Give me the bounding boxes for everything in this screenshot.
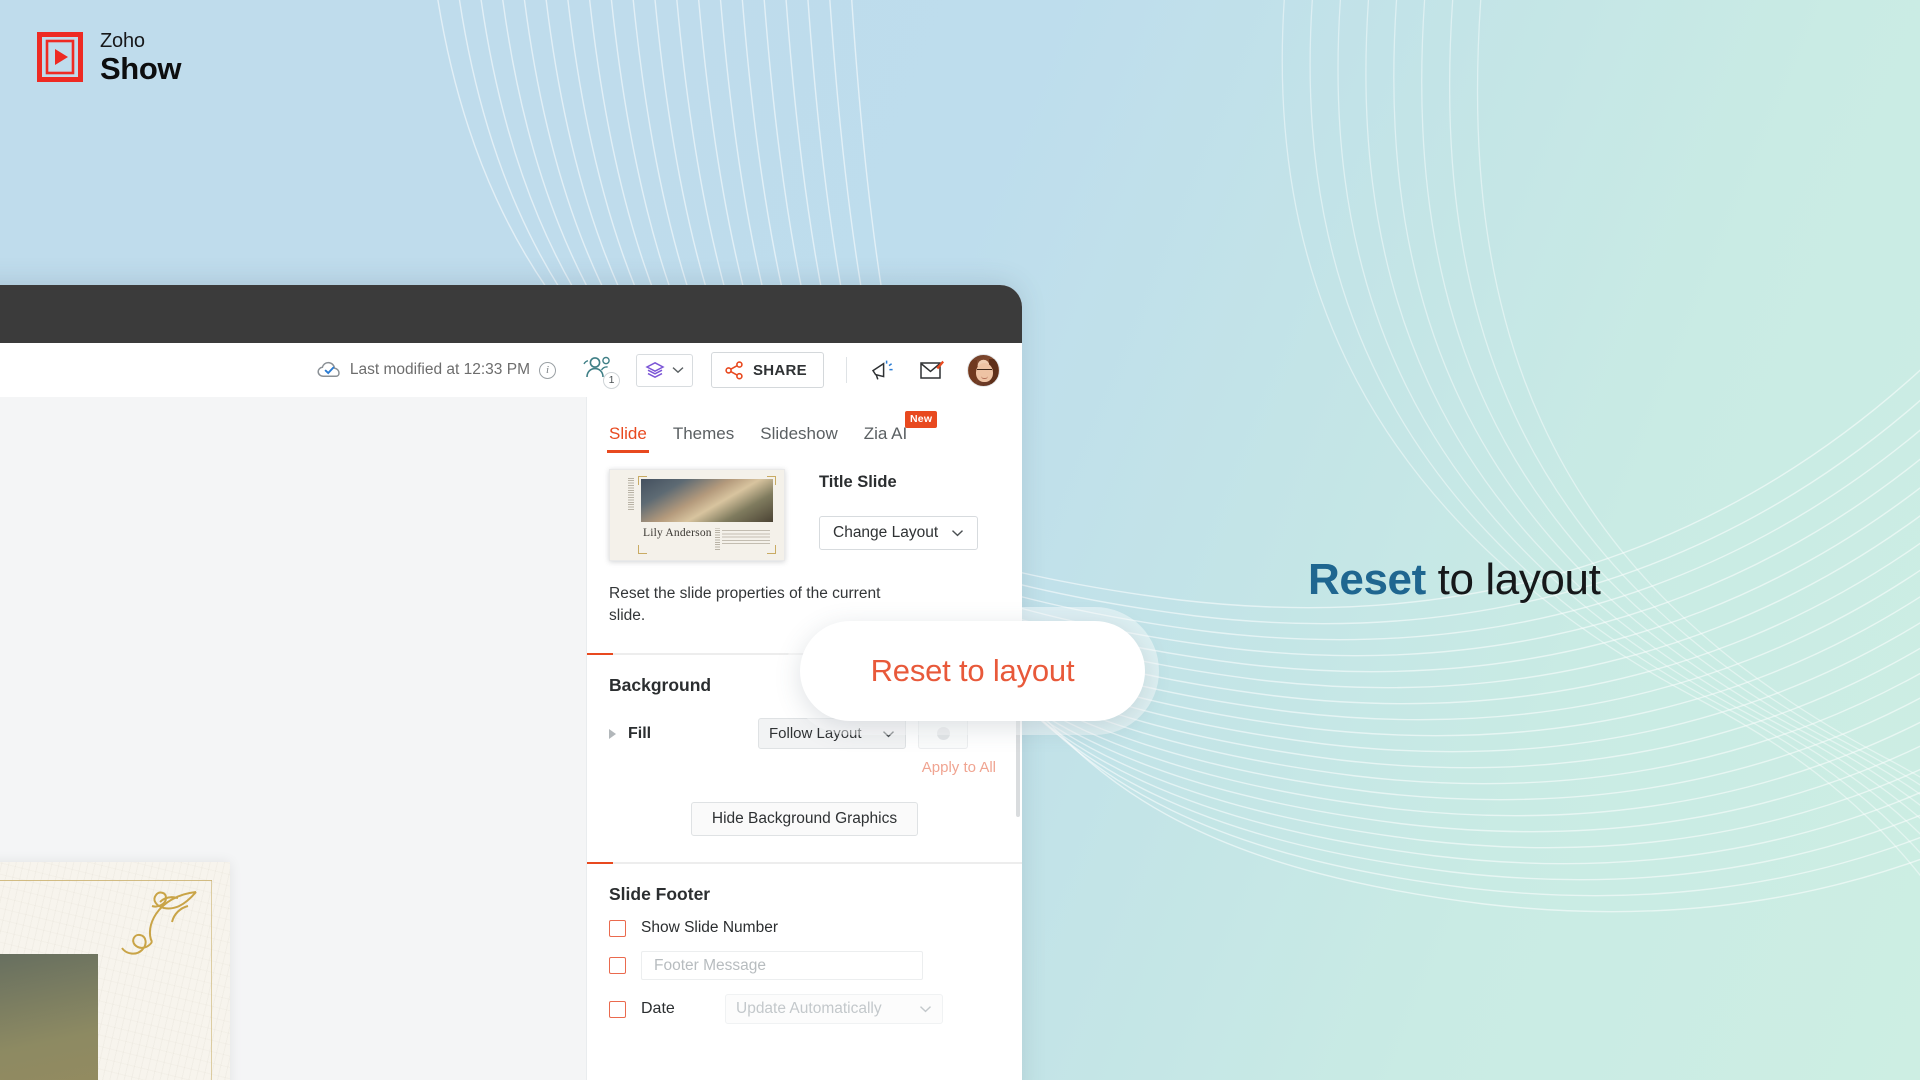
logo-word-show: Show bbox=[100, 50, 182, 86]
subtab-zia-ai[interactable]: Zia AI New bbox=[863, 411, 938, 453]
date-label: Date bbox=[641, 1000, 675, 1017]
collaborators-button[interactable]: 1 bbox=[582, 355, 620, 389]
subtab-themes[interactable]: Themes bbox=[673, 424, 734, 453]
share-button[interactable]: SHARE bbox=[710, 352, 824, 388]
subtab-slideshow[interactable]: Slideshow bbox=[760, 424, 838, 453]
slide[interactable] bbox=[0, 862, 230, 1080]
slide-canvas-area[interactable] bbox=[0, 397, 586, 1080]
slide-photo[interactable] bbox=[0, 954, 98, 1080]
format-panel: Slide Themes Slideshow Zia AI New Lily A… bbox=[586, 397, 1022, 1080]
thumbnail-title-text: Lily Anderson bbox=[643, 527, 712, 539]
subtab-zia-ai-label: Zia AI bbox=[863, 424, 908, 443]
reset-to-layout-callout: Reset to layout bbox=[800, 621, 1145, 721]
feedback-button[interactable] bbox=[917, 356, 947, 384]
layers-dropdown-button[interactable] bbox=[635, 353, 693, 387]
layers-icon bbox=[645, 361, 665, 378]
show-slide-number-label: Show Slide Number bbox=[641, 919, 778, 936]
fill-label: Fill bbox=[628, 724, 652, 742]
avatar[interactable] bbox=[967, 353, 1000, 387]
chevron-down-icon bbox=[952, 530, 964, 537]
triangle-right-icon[interactable] bbox=[609, 728, 616, 739]
layout-name: Title Slide bbox=[819, 473, 897, 491]
page-title: Reset to layout bbox=[1308, 555, 1601, 605]
cloud-check-icon bbox=[317, 361, 341, 379]
date-row: Date Update Automatically bbox=[587, 980, 1022, 1024]
footer-message-row: Footer Message bbox=[587, 937, 1022, 980]
gold-flourish-ornament bbox=[121, 891, 197, 955]
hide-background-graphics-button[interactable]: Hide Background Graphics bbox=[690, 802, 919, 836]
promo-banner: Zoho Show Reset to layout Last modified … bbox=[0, 0, 1920, 1080]
zoho-show-logo: Zoho Show bbox=[34, 30, 181, 84]
last-modified-text: Last modified at 12:33 PM bbox=[349, 361, 530, 378]
play-in-frame-icon bbox=[37, 32, 83, 82]
show-slide-number-row: Show Slide Number bbox=[587, 905, 1022, 937]
change-layout-label: Change Layout bbox=[833, 524, 939, 541]
megaphone-icon bbox=[871, 360, 893, 380]
slide-gold-rule-vertical bbox=[211, 880, 212, 1080]
chevron-down-icon bbox=[920, 1006, 931, 1013]
slide-gold-rule bbox=[0, 880, 212, 881]
slide-layout-thumbnail[interactable]: Lily Anderson bbox=[609, 469, 785, 561]
headline-strong: Reset bbox=[1308, 555, 1426, 604]
change-layout-button[interactable]: Change Layout bbox=[819, 516, 979, 550]
announcement-button[interactable] bbox=[867, 356, 897, 384]
share-button-label: SHARE bbox=[752, 361, 807, 379]
callout-label: Reset to layout bbox=[870, 653, 1075, 688]
document-toolbar: Last modified at 12:33 PM i 1 SHARE bbox=[0, 343, 1022, 397]
apply-to-all-link[interactable]: Apply to All bbox=[587, 749, 1022, 776]
date-mode-value: Update Automatically bbox=[736, 1000, 882, 1017]
format-subtabs: Slide Themes Slideshow Zia AI New bbox=[587, 397, 1022, 453]
footer-message-input[interactable]: Footer Message bbox=[641, 951, 923, 980]
footer-message-checkbox[interactable] bbox=[609, 957, 626, 974]
collaborators-count-badge: 1 bbox=[602, 372, 620, 389]
chevron-down-icon bbox=[672, 367, 684, 374]
logo-word-zoho: Zoho bbox=[100, 29, 145, 52]
new-badge: New bbox=[905, 411, 938, 428]
app-title-bar bbox=[0, 285, 1022, 343]
date-checkbox[interactable] bbox=[609, 1000, 626, 1018]
subtab-slide[interactable]: Slide bbox=[607, 424, 649, 453]
info-icon[interactable]: i bbox=[538, 361, 556, 379]
show-slide-number-checkbox[interactable] bbox=[609, 919, 626, 937]
toolbar-divider bbox=[846, 357, 847, 383]
feedback-pencil-icon bbox=[920, 360, 944, 379]
share-nodes-icon bbox=[725, 360, 743, 379]
slide-footer-section-title: Slide Footer bbox=[609, 884, 711, 904]
headline-rest: to layout bbox=[1425, 555, 1601, 604]
date-mode-select[interactable]: Update Automatically bbox=[725, 994, 943, 1024]
section-divider bbox=[587, 862, 1022, 864]
